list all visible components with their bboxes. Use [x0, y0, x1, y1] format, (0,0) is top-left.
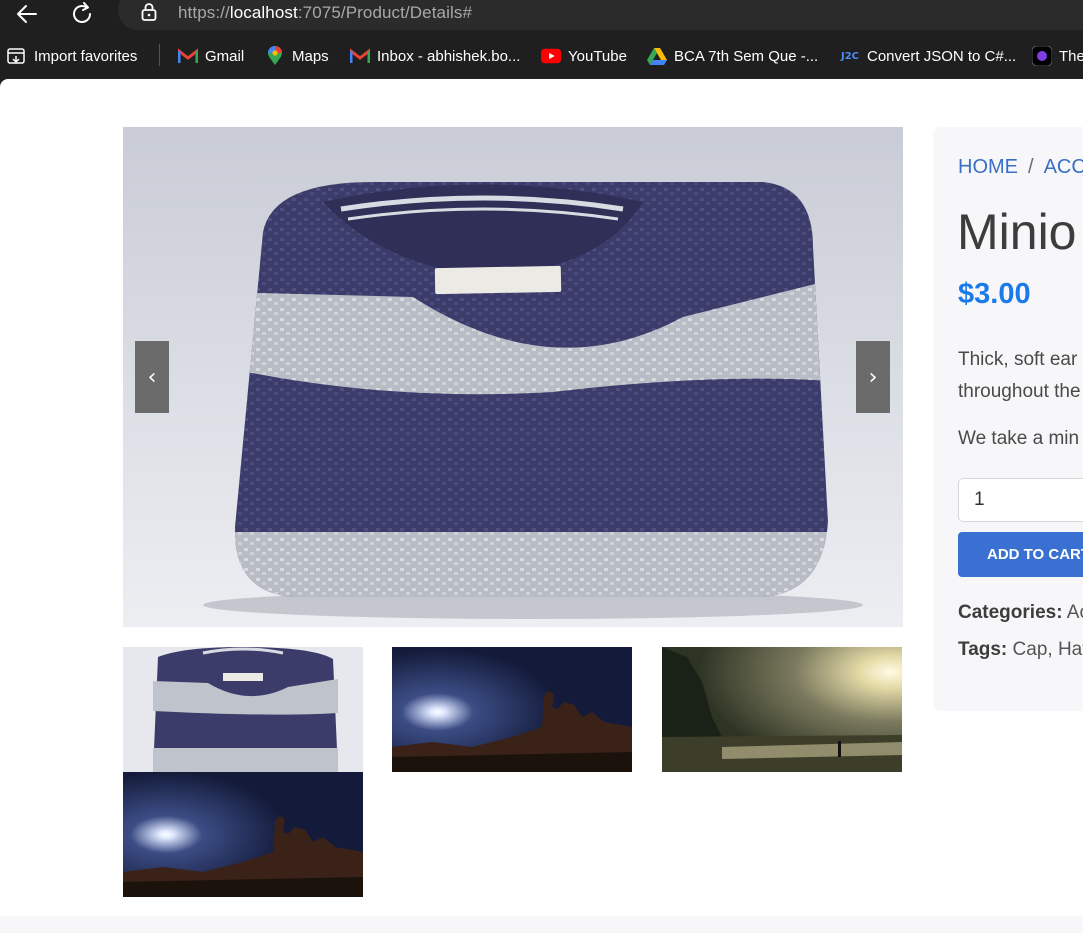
product-main-image: [123, 127, 903, 627]
breadcrumb-home[interactable]: HOME: [958, 156, 1018, 178]
fav-label: Gmail: [205, 47, 245, 65]
breadcrumb-category[interactable]: ACC: [1044, 156, 1083, 178]
product-description: Thick, soft ear throughout the: [958, 344, 1083, 408]
footer-strip: [0, 916, 1083, 933]
breadcrumb: HOME / ACC: [958, 156, 1083, 179]
refresh-button[interactable]: [66, 0, 98, 28]
categories-label: Categories:: [958, 602, 1063, 623]
product-description-2: We take a min: [958, 428, 1080, 449]
fav-label: Maps: [292, 47, 329, 65]
browser-toolbar: https://localhost:7075/Product/Details#: [0, 0, 1083, 34]
fav-the[interactable]: The: [1032, 44, 1083, 68]
thumbnail-sweater[interactable]: [123, 647, 363, 772]
breadcrumb-separator: /: [1028, 156, 1034, 178]
carousel-next-button[interactable]: ›: [856, 341, 890, 413]
fav-import-favorites[interactable]: Import favorites: [7, 44, 137, 68]
carousel-prev-button[interactable]: ‹: [135, 341, 169, 413]
fav-gmail[interactable]: Gmail: [178, 44, 244, 68]
fav-youtube[interactable]: YouTube: [541, 44, 627, 68]
lock-icon[interactable]: [140, 2, 160, 24]
drive-icon: [647, 46, 667, 66]
url-scheme: https://: [178, 3, 230, 22]
site-icon: [1032, 46, 1052, 66]
url-host: localhost: [229, 3, 298, 22]
fav-inbox[interactable]: Inbox - abhishek.bo...: [350, 44, 520, 68]
chevron-left-icon: ‹: [147, 364, 157, 390]
url-path: :7075/Product/Details#: [297, 3, 473, 22]
add-to-cart-button[interactable]: ADD TO CART: [958, 532, 1083, 577]
fav-maps[interactable]: Maps: [265, 44, 329, 68]
chevron-right-icon: ›: [868, 364, 878, 390]
description-line: Thick, soft ear: [958, 349, 1078, 370]
import-icon: [7, 46, 27, 66]
fav-label: YouTube: [568, 47, 627, 65]
fav-label: Inbox - abhishek.bo...: [377, 47, 521, 65]
fav-label: The: [1059, 47, 1083, 65]
fav-bca[interactable]: BCA 7th Sem Que -...: [647, 44, 818, 68]
thumbnail-beach-sunset[interactable]: [662, 647, 902, 772]
fav-json-to-csharp[interactable]: J2C Convert JSON to C#...: [840, 44, 1016, 68]
youtube-icon: [541, 46, 561, 66]
product-details-panel: HOME / ACC Minio $3.00 Thick, soft ear thr…: [933, 127, 1083, 711]
fav-label: BCA 7th Sem Que -...: [674, 47, 819, 65]
categories-value[interactable]: Ac: [1067, 602, 1083, 623]
product-categories: Categories: Ac: [958, 602, 1083, 624]
refresh-icon: [73, 2, 91, 23]
fav-label: Import favorites: [34, 47, 138, 65]
thumbnail-night-rock[interactable]: [392, 647, 632, 772]
favorites-divider: [159, 44, 160, 66]
gmail-icon: [350, 46, 370, 66]
product-tags: Tags: Cap, Hat: [958, 639, 1083, 661]
quantity-input[interactable]: 1: [958, 478, 1083, 522]
url-text[interactable]: https://localhost:7075/Product/Details#: [178, 3, 472, 23]
maps-icon: [265, 46, 285, 66]
json2csharp-icon: J2C: [840, 50, 860, 62]
product-title: Minio: [957, 204, 1077, 260]
product-price: $3.00: [958, 278, 1031, 310]
tags-value[interactable]: Cap, Hat: [1013, 639, 1083, 660]
fav-label: Convert JSON to C#...: [867, 47, 1017, 65]
back-arrow-icon: [17, 5, 37, 23]
tags-label: Tags:: [958, 639, 1008, 660]
favorites-bar: Import favorites Gmail Maps Inbox - abhi…: [0, 34, 1083, 78]
thumbnail-night-rock-2[interactable]: [123, 772, 363, 897]
back-button[interactable]: [11, 0, 43, 28]
gmail-icon: [178, 46, 198, 66]
description-line: throughout the: [958, 381, 1081, 402]
